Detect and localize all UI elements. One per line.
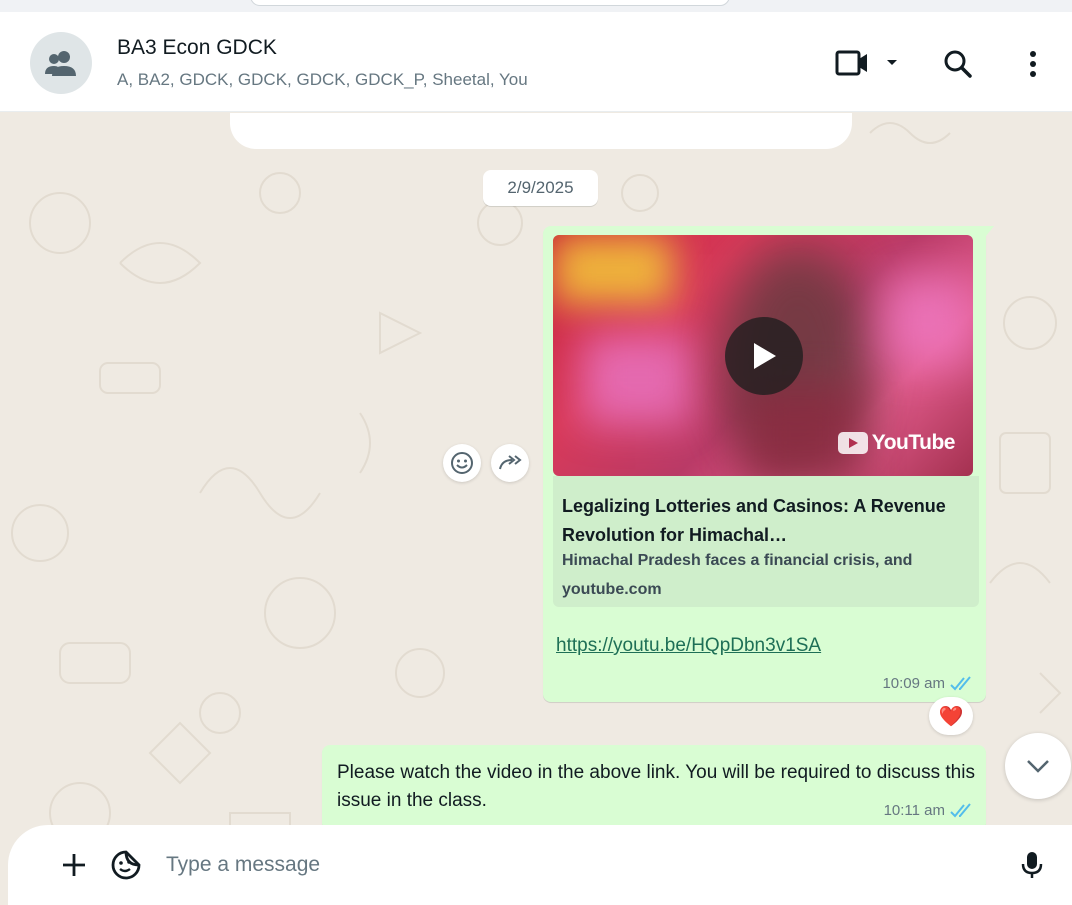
reaction-badge[interactable]: ❤️ bbox=[929, 697, 973, 735]
chat-title[interactable]: BA3 Econ GDCK bbox=[117, 36, 277, 60]
group-members[interactable]: A, BA2, GDCK, GDCK, GDCK, GDCK_P, Sheeta… bbox=[117, 70, 528, 90]
youtube-logo-icon bbox=[837, 432, 868, 454]
search-icon bbox=[944, 50, 972, 78]
chat-area[interactable]: 2/9/2025 YouTube Legalizing Lotteries an… bbox=[0, 113, 1072, 905]
video-call-button[interactable] bbox=[832, 46, 902, 80]
play-icon bbox=[754, 343, 776, 369]
link-preview[interactable]: Legalizing Lotteries and Casinos: A Reve… bbox=[553, 476, 979, 607]
group-avatar[interactable] bbox=[30, 32, 92, 94]
message-hover-actions bbox=[443, 444, 529, 482]
youtube-watermark: YouTube bbox=[837, 431, 956, 455]
video-camera-icon bbox=[835, 50, 867, 76]
plus-icon bbox=[63, 854, 85, 876]
sticker-icon bbox=[111, 850, 141, 880]
message-text: Please watch the video in the above link… bbox=[337, 762, 975, 811]
message-time: 10:11 am bbox=[883, 802, 945, 819]
microphone-icon bbox=[1021, 852, 1043, 878]
preview-title: Legalizing Lotteries and Casinos: A Reve… bbox=[562, 496, 946, 545]
chevron-down-icon bbox=[1027, 760, 1049, 773]
menu-button[interactable] bbox=[1018, 44, 1048, 84]
double-check-icon bbox=[950, 802, 971, 817]
voice-message-button[interactable] bbox=[1012, 845, 1052, 885]
smiley-icon bbox=[451, 452, 473, 474]
top-sliver bbox=[0, 0, 1072, 12]
chevron-down-icon bbox=[887, 60, 897, 65]
heart-reaction: ❤️ bbox=[938, 705, 964, 728]
preview-description: Himachal Pradesh faces a financial crisi… bbox=[562, 552, 913, 569]
message-bubble-text[interactable]: Please watch the video in the above link… bbox=[322, 745, 986, 831]
emoji-sticker-button[interactable] bbox=[106, 845, 146, 885]
kebab-menu-icon bbox=[1030, 51, 1036, 77]
video-thumbnail[interactable]: YouTube bbox=[553, 235, 973, 476]
search-button[interactable] bbox=[938, 44, 978, 84]
play-button[interactable] bbox=[725, 317, 803, 395]
message-time: 10:09 am bbox=[882, 675, 945, 692]
chat-header[interactable]: BA3 Econ GDCK A, BA2, GDCK, GDCK, GDCK, … bbox=[0, 12, 1072, 112]
message-input[interactable] bbox=[166, 845, 986, 885]
forward-icon bbox=[499, 455, 522, 470]
scroll-to-bottom-button[interactable] bbox=[1005, 733, 1071, 799]
forward-button[interactable] bbox=[491, 444, 529, 482]
previous-message-bubble[interactable] bbox=[230, 113, 852, 149]
react-button[interactable] bbox=[443, 444, 481, 482]
message-meta: 10:11 am bbox=[884, 802, 974, 819]
preview-domain: youtube.com bbox=[562, 581, 662, 598]
youtube-brand-text: YouTube bbox=[871, 431, 956, 454]
message-meta: 10:09 am bbox=[882, 675, 974, 692]
message-bubble-link[interactable]: YouTube Legalizing Lotteries and Casinos… bbox=[543, 226, 994, 702]
double-check-icon bbox=[950, 675, 971, 690]
message-composer bbox=[8, 825, 1072, 905]
group-icon bbox=[45, 51, 76, 76]
browser-search-bar-edge bbox=[250, 0, 730, 6]
message-link[interactable]: https://youtu.be/HQpDbn3v1SA bbox=[556, 635, 821, 657]
date-separator: 2/9/2025 bbox=[483, 170, 598, 206]
attach-button[interactable] bbox=[54, 845, 94, 885]
